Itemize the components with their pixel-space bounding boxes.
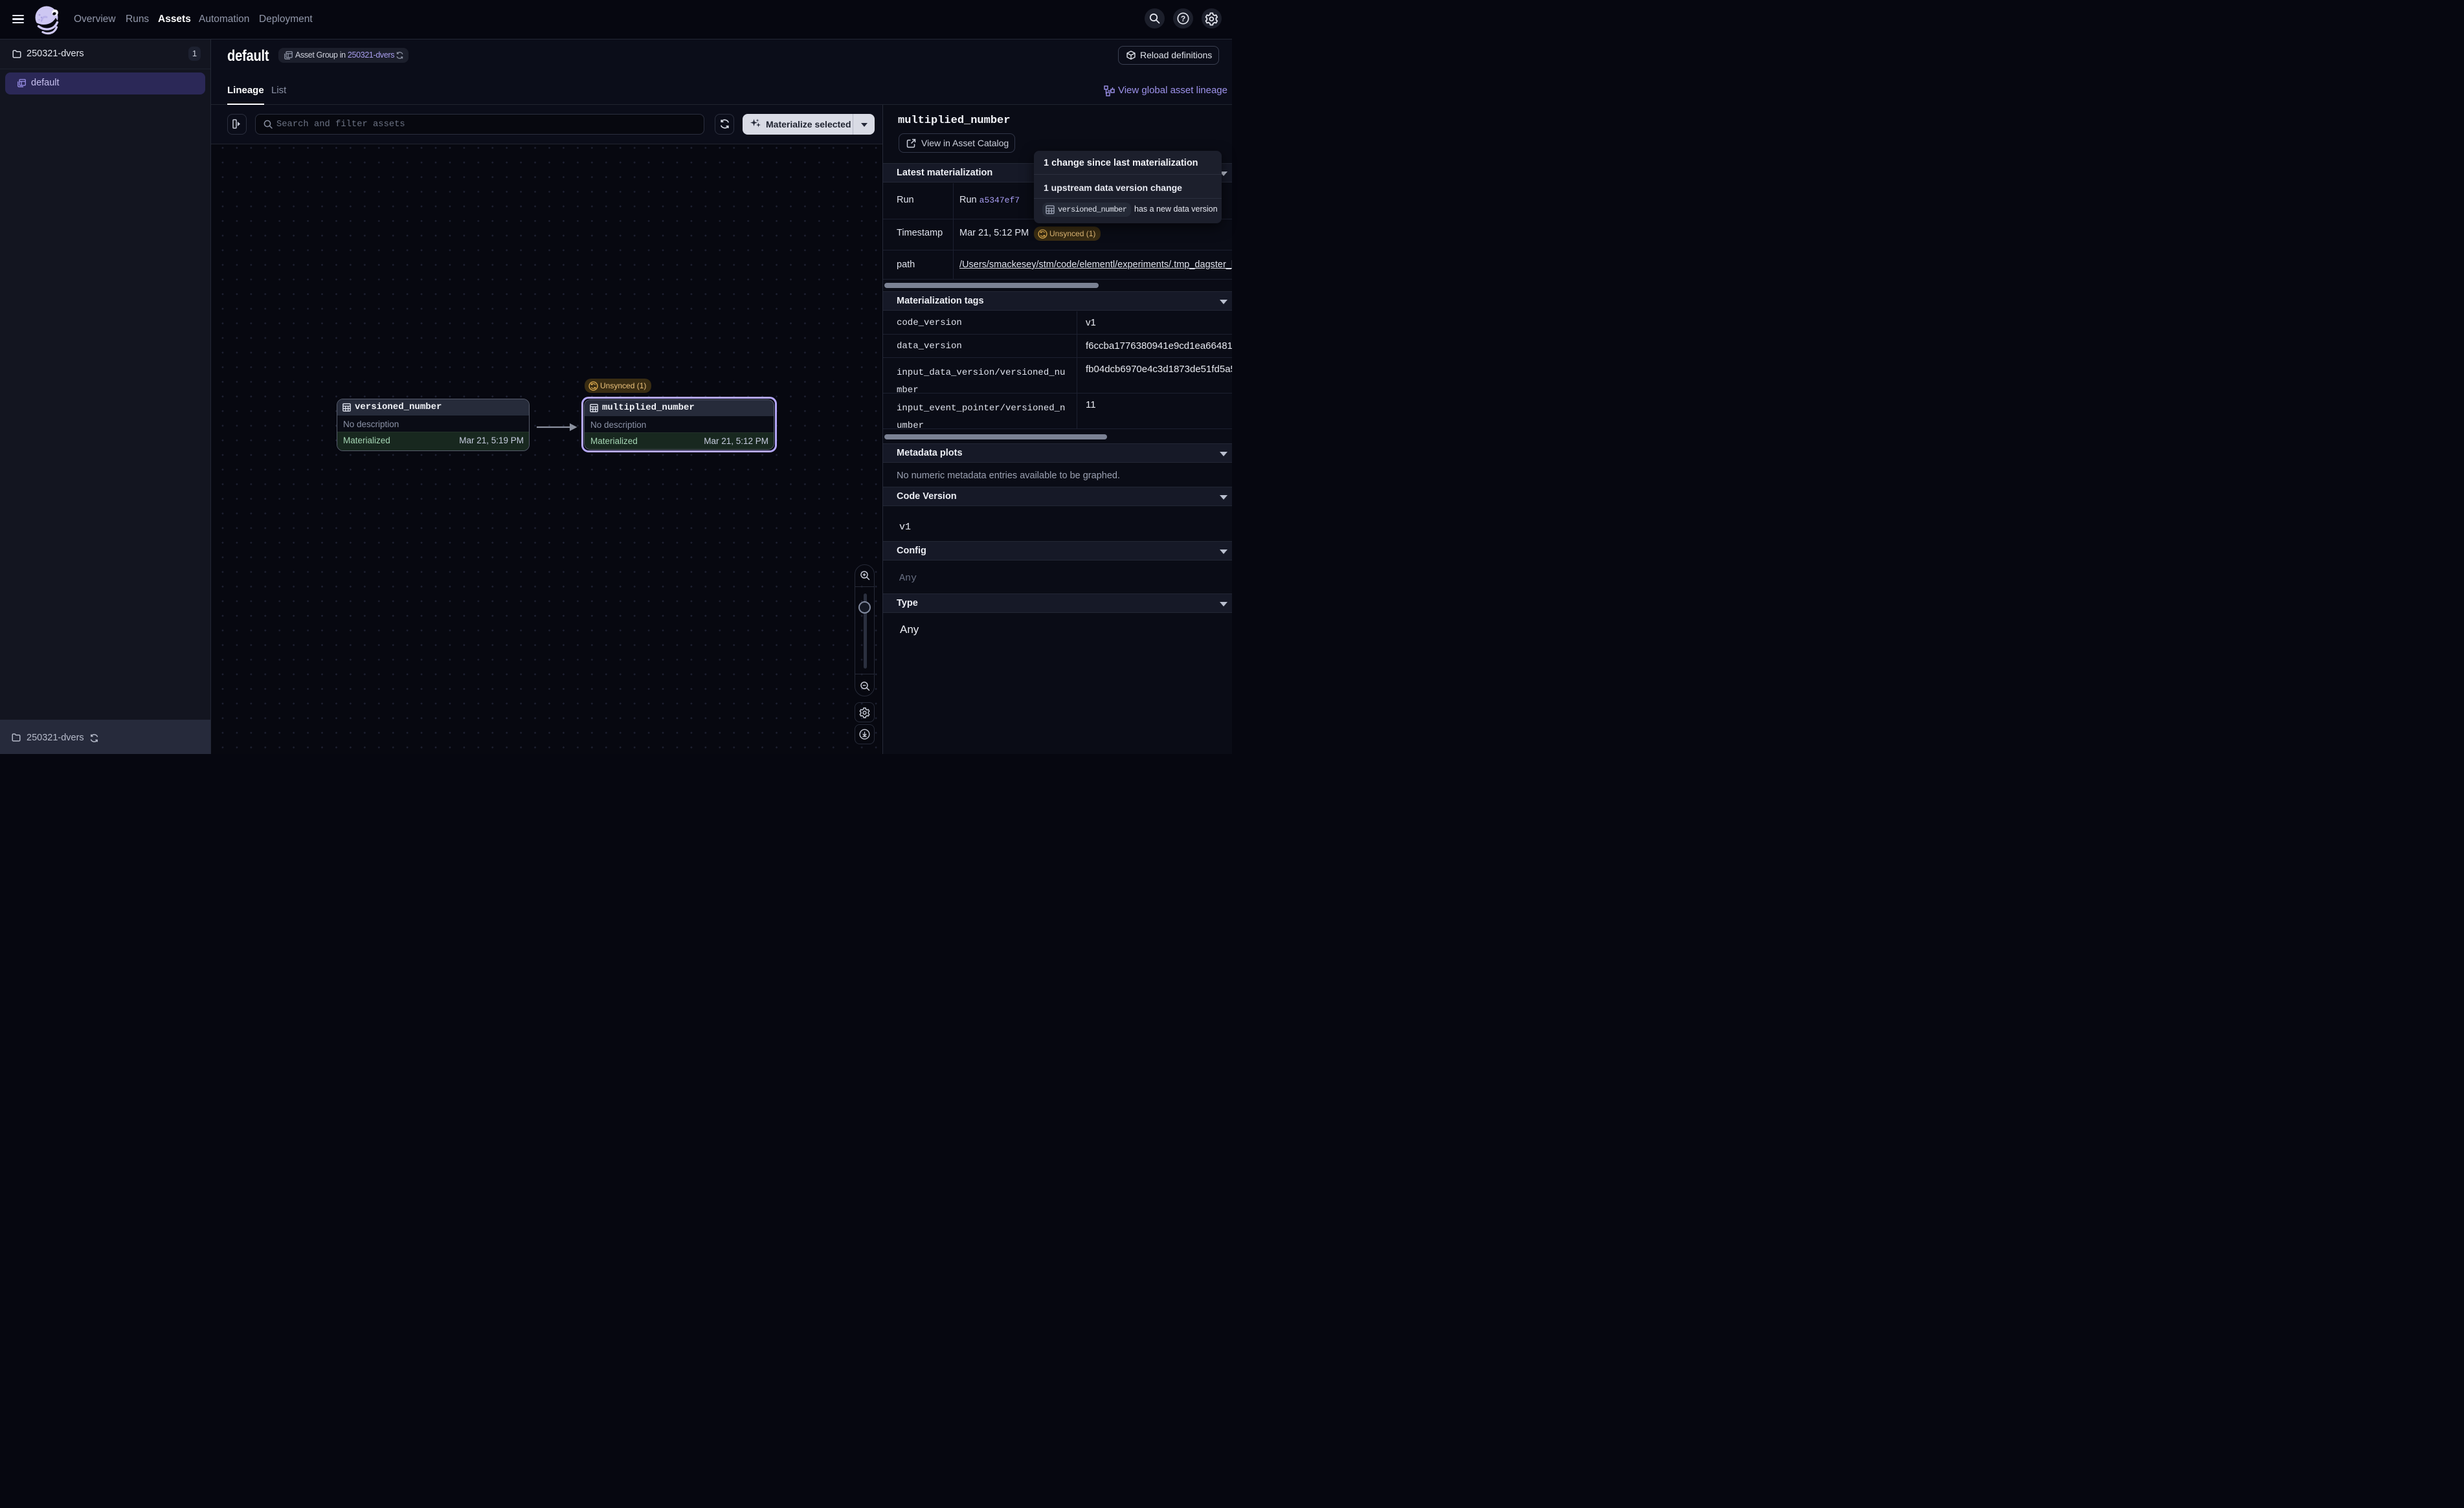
- svg-text:?: ?: [1181, 14, 1185, 23]
